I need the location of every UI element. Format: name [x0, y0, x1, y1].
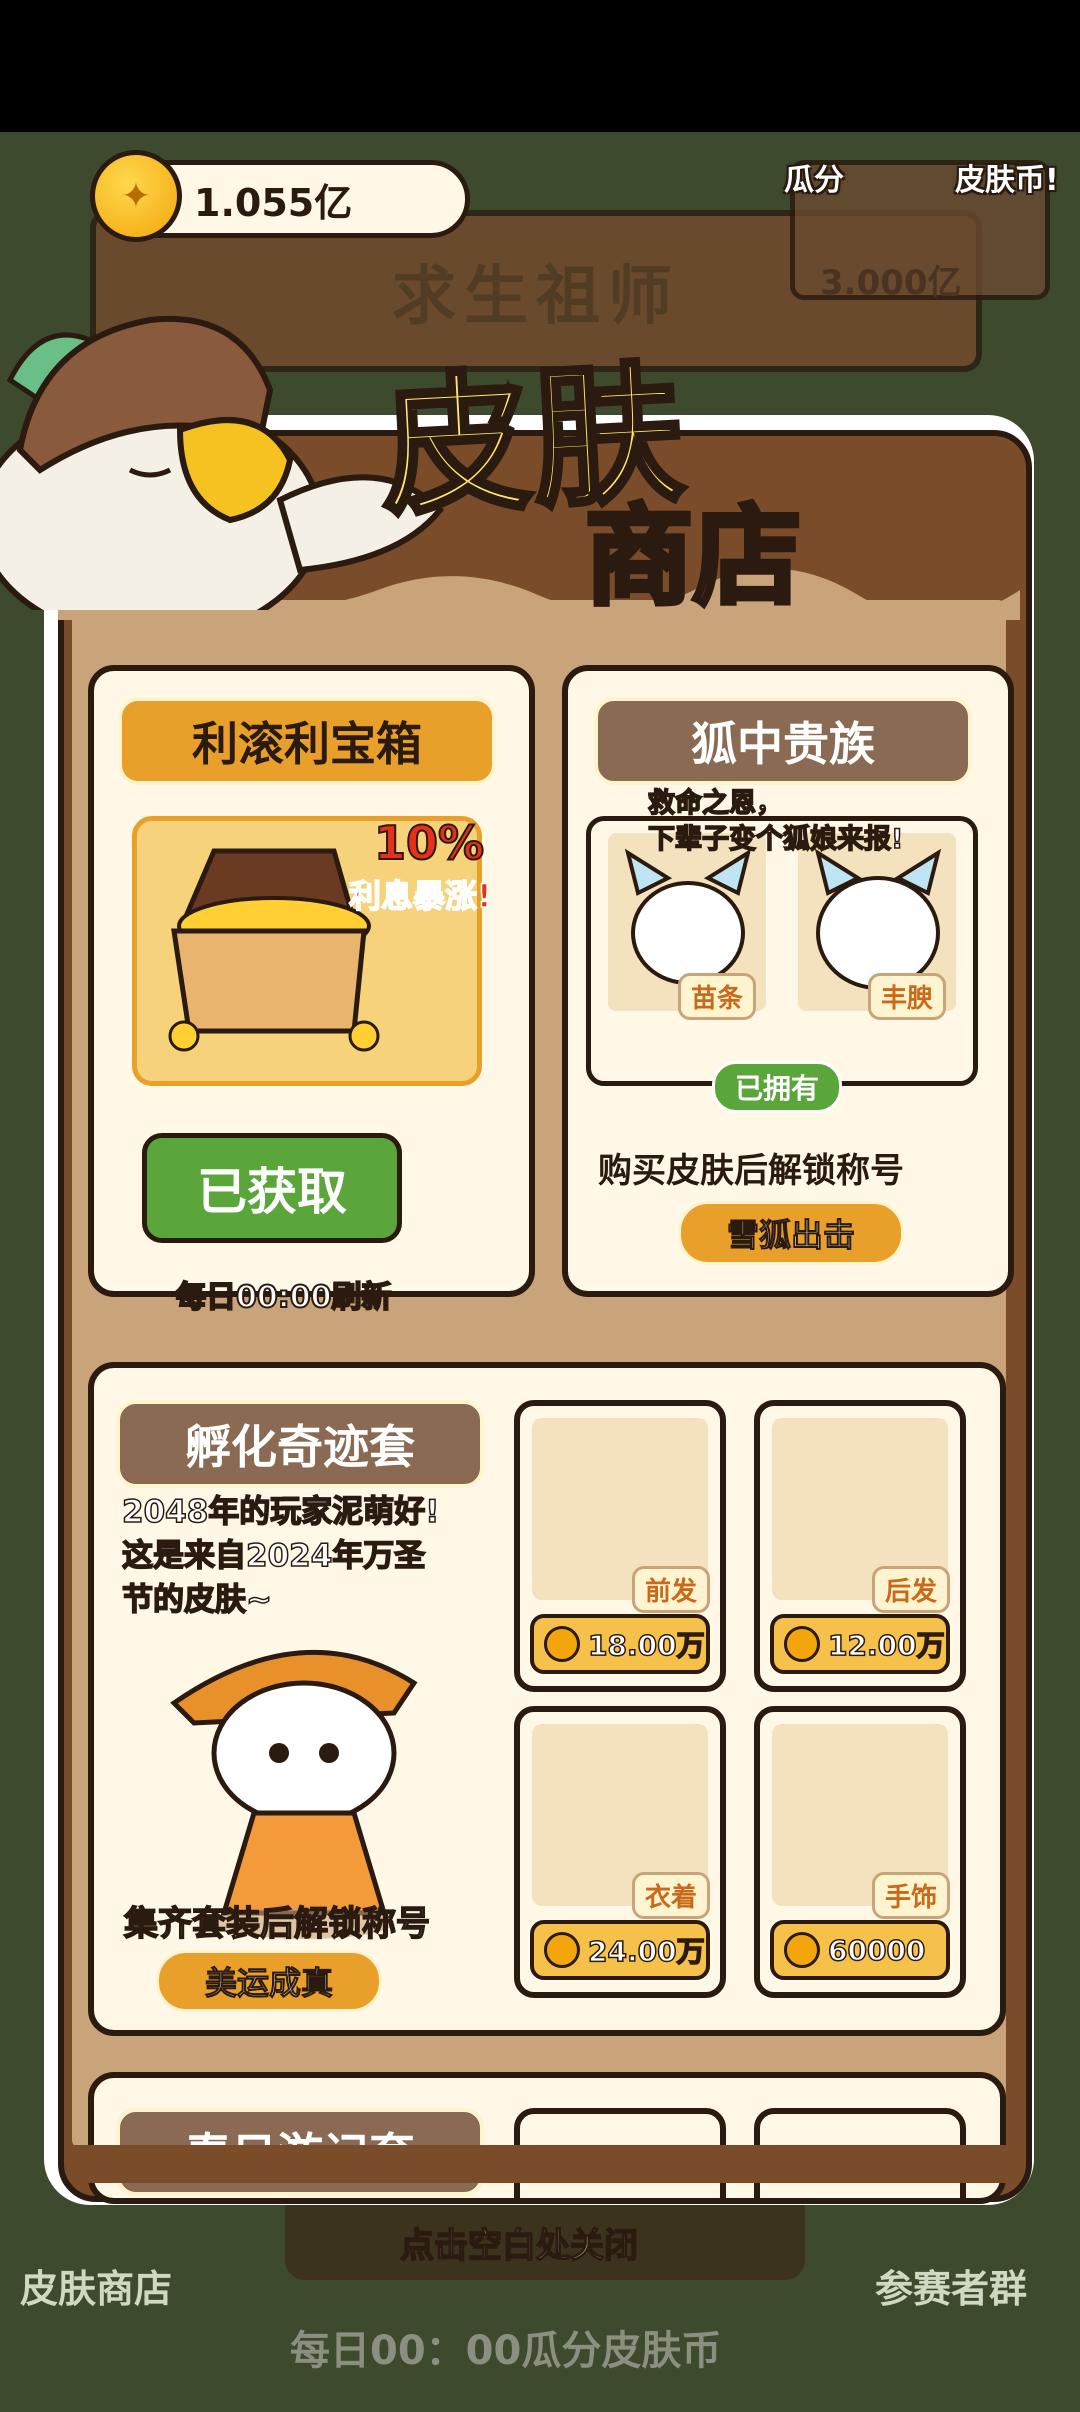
interest-badge-text: 利息暴涨!	[348, 876, 492, 916]
treasure-chest-card: 利滚利宝箱 10% 利息暴涨! 已获取	[88, 665, 535, 1297]
hatch-miracle-card: 孵化奇迹套 2048年的玩家泥萌好! 这是来自2024年万圣 节的皮肤~ 集齐套…	[88, 1362, 1006, 2036]
item-hand-accessory[interactable]: 手饰 60000	[754, 1706, 966, 1998]
prize-pool-label-right: 皮肤币!	[955, 163, 1059, 198]
daily-split-text: 每日00：00瓜分皮肤币	[290, 2328, 722, 2374]
shop-title-line2: 商店	[582, 493, 803, 623]
fox-quote: 救命之恩， 下辈子变个狐娘来报!	[647, 787, 904, 856]
coin-icon	[544, 1932, 580, 1968]
outfit-label: 衣着	[631, 1872, 710, 1919]
fox-title-badge: 雪狐出击	[678, 1201, 904, 1265]
coin-balance-amount: 1.055亿	[194, 181, 353, 225]
hatch-title-badge: 美运成真	[156, 1950, 382, 2012]
back-hair-price-button[interactable]: 12.00万	[770, 1614, 950, 1674]
fox-unlock-text: 购买皮肤后解锁称号	[598, 1151, 904, 1191]
outfit-price: 24.00万	[587, 1934, 705, 1969]
back-hair-label: 后发	[871, 1566, 950, 1613]
fox-slim-label: 苗条	[677, 973, 756, 1020]
close-hint[interactable]: 点击空白处关闭	[399, 2218, 639, 2267]
outfit-price-button[interactable]: 24.00万	[530, 1920, 710, 1980]
participant-group-nav-label: 参赛者群	[875, 2267, 1028, 2311]
front-hair-price-button[interactable]: 18.00万	[530, 1614, 710, 1674]
status-bar	[0, 0, 1080, 132]
interest-badge-percent: 10%	[373, 815, 485, 871]
treasure-refresh-text: 每日00:00刷新	[175, 1279, 392, 1316]
front-hair-price: 18.00万	[587, 1628, 705, 1663]
witch-character-image	[170, 1649, 418, 1939]
prize-pool-amount: 3.000亿	[820, 263, 962, 303]
fox-plump-label: 丰腴	[867, 973, 946, 1020]
coin-icon	[784, 1626, 820, 1662]
spring-journey-card: 春日游记套	[88, 2072, 1006, 2204]
back-hair-price: 12.00万	[827, 1628, 945, 1663]
hand-accessory-price-button[interactable]: 60000	[770, 1920, 950, 1980]
panel-bottom-edge	[72, 2145, 1006, 2183]
front-hair-label: 前发	[631, 1566, 710, 1613]
item-front-hair[interactable]: 前发 18.00万	[514, 1400, 726, 1692]
hatch-description: 2048年的玩家泥萌好! 这是来自2024年万圣 节的皮肤~	[121, 1493, 440, 1619]
fox-slim-item[interactable]: 苗条	[608, 833, 766, 1020]
hand-accessory-price: 60000	[827, 1933, 926, 1968]
coin-icon: ✦	[90, 150, 182, 242]
fox-noble-card: 狐中贵族 苗条 丰腴 救命之恩， 下辈子变个狐娘来报! 已拥有 购买皮肤后解锁称…	[562, 665, 1014, 1297]
hatch-unlock-text: 集齐套装后解锁称号	[123, 1903, 431, 1945]
coin-icon	[544, 1626, 580, 1662]
treasure-card-title: 利滚利宝箱	[118, 697, 496, 785]
treasure-claimed-button[interactable]: 已获取	[142, 1133, 402, 1243]
fox-plump-item[interactable]: 丰腴	[798, 833, 956, 1020]
skin-shop-nav-label: 皮肤商店	[20, 2267, 173, 2311]
item-outfit[interactable]: 衣着 24.00万	[514, 1706, 726, 1998]
coin-icon	[784, 1932, 820, 1968]
fox-card-title: 狐中贵族	[594, 697, 972, 785]
prize-pool-label-left: 瓜分	[784, 163, 844, 198]
hatch-card-title: 孵化奇迹套	[116, 1400, 484, 1488]
fox-owned-badge: 已拥有	[712, 1061, 842, 1113]
hand-accessory-label: 手饰	[871, 1872, 950, 1919]
item-back-hair[interactable]: 后发 12.00万	[754, 1400, 966, 1692]
